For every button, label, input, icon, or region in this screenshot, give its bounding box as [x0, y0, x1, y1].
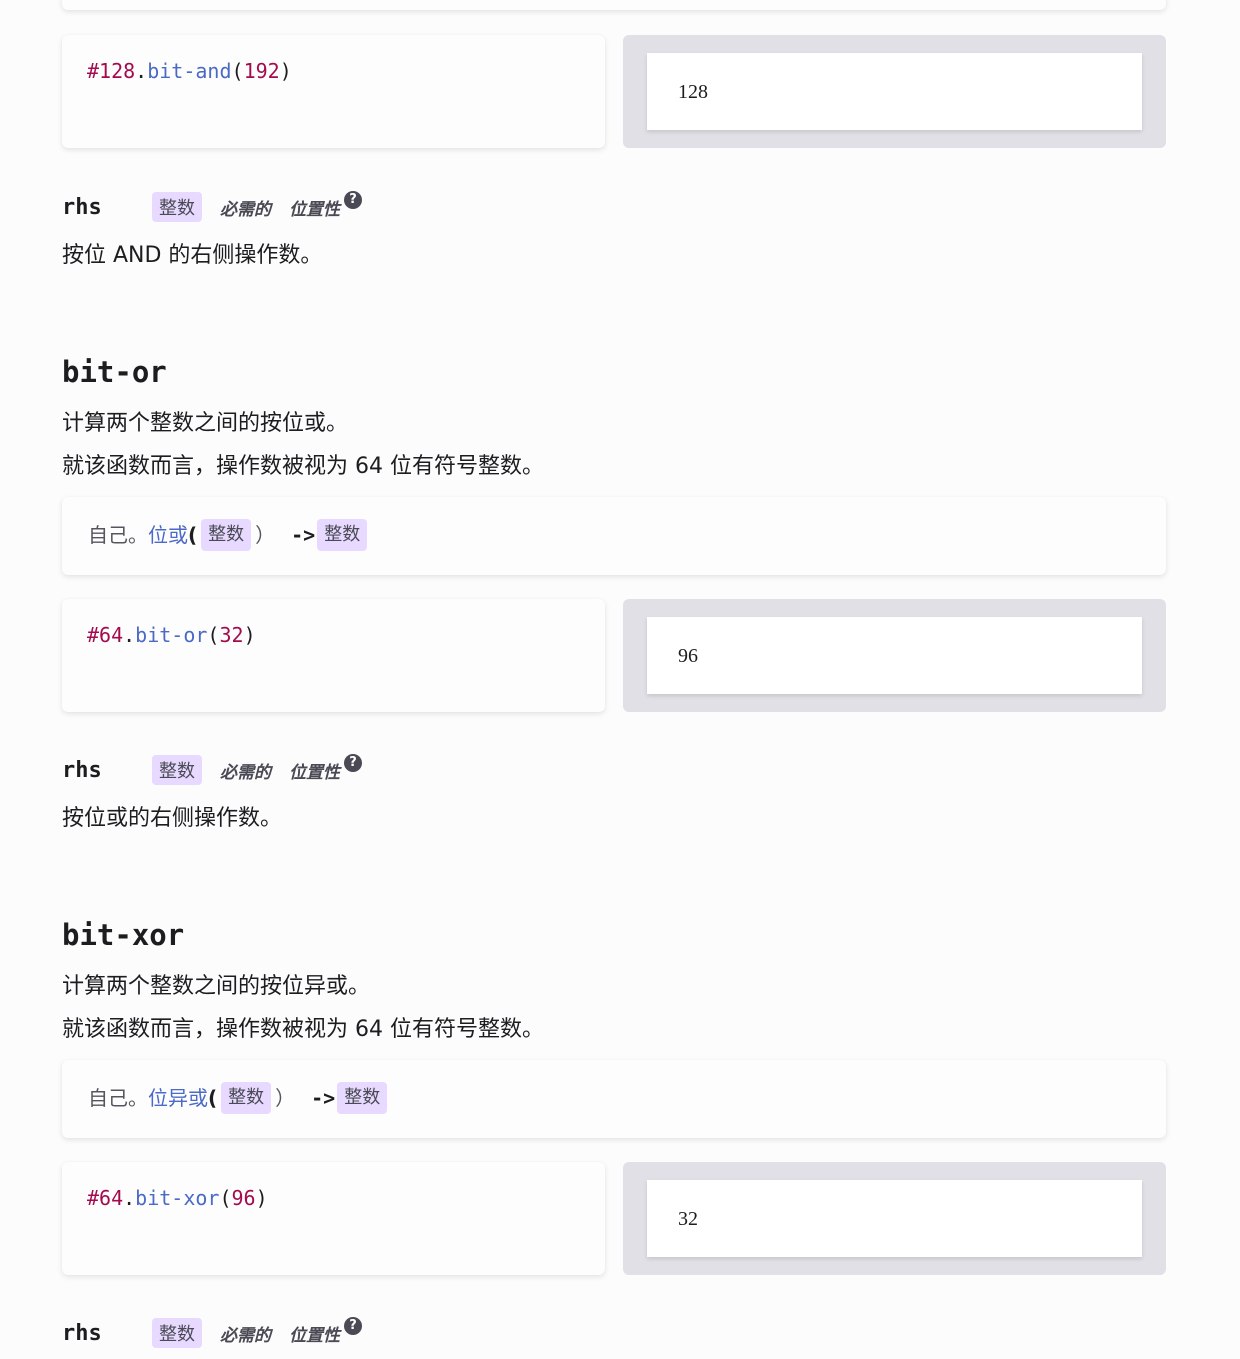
- param-row: rhs 整数 必需的 位置性 ?: [62, 191, 362, 222]
- example-code-block[interactable]: #64.bit-or(32): [62, 599, 605, 712]
- code-dot: .: [123, 623, 136, 647]
- positional-flag: 位置性: [289, 199, 340, 220]
- positional-flag: 位置性: [289, 762, 340, 783]
- code-close-paren: ): [243, 623, 256, 647]
- preview-result: 32: [678, 1208, 698, 1230]
- help-icon[interactable]: ?: [344, 1317, 362, 1335]
- code-arg: 96: [231, 1186, 256, 1210]
- signature-self: 自己。: [88, 523, 148, 547]
- preview-result: 128: [678, 81, 708, 103]
- code-receiver: #64: [87, 623, 124, 647]
- type-pill[interactable]: 整数: [152, 1318, 202, 1348]
- code-arg: 32: [219, 623, 244, 647]
- code-method: bit-and: [147, 59, 232, 83]
- positional-flag: 位置性: [289, 1325, 340, 1346]
- code-arg: 192: [243, 59, 280, 83]
- signature-self: 自己。: [88, 1086, 148, 1110]
- example-code: #64.bit-or(32): [87, 623, 256, 647]
- function-heading: bit-or: [62, 355, 167, 389]
- code-method: bit-or: [135, 623, 208, 647]
- signature-return-type-pill[interactable]: 整数: [337, 1082, 388, 1114]
- signature-open-paren: (: [188, 523, 198, 547]
- preview-result: 96: [678, 645, 698, 667]
- type-pill[interactable]: 整数: [152, 755, 202, 785]
- code-open-paren: (: [219, 1186, 232, 1210]
- signature-close-paren: ）: [255, 523, 276, 547]
- param-description: 按位或的右侧操作数。: [62, 806, 283, 831]
- param-name: rhs: [62, 757, 102, 783]
- required-flag: 必需的: [220, 762, 271, 783]
- param-name: rhs: [62, 194, 102, 220]
- code-dot: .: [135, 59, 148, 83]
- code-method: bit-xor: [135, 1186, 220, 1210]
- code-receiver: #128: [87, 59, 136, 83]
- signature-line: 自己。 位或 ( 整数 ） -> 整数: [88, 519, 368, 551]
- preview-paper: 128: [647, 53, 1142, 130]
- signature-return-type-pill[interactable]: 整数: [317, 519, 368, 551]
- function-description-line: 就该函数而言，操作数被视为 64 位有符号整数。: [62, 454, 544, 479]
- code-receiver: #64: [87, 1186, 124, 1210]
- code-open-paren: (: [207, 623, 220, 647]
- code-close-paren: ): [255, 1186, 268, 1210]
- function-description-line: 就该函数而言，操作数被视为 64 位有符号整数。: [62, 1017, 544, 1042]
- example-code: #128.bit-and(192): [87, 59, 292, 83]
- example-preview: 96: [623, 599, 1166, 712]
- function-description-line: 计算两个整数之间的按位异或。: [62, 974, 371, 999]
- type-pill[interactable]: 整数: [152, 192, 202, 222]
- code-dot: .: [123, 1186, 136, 1210]
- example-code-block[interactable]: #128.bit-and(192): [62, 35, 605, 148]
- example-code: #64.bit-xor(96): [87, 1186, 268, 1210]
- required-flag: 必需的: [220, 1325, 271, 1346]
- preview-paper: 96: [647, 617, 1142, 694]
- preview-paper: 32: [647, 1180, 1142, 1257]
- function-description-line: 计算两个整数之间的按位或。: [62, 411, 349, 436]
- previous-card: [62, 0, 1166, 10]
- example-preview: 128: [623, 35, 1166, 148]
- required-flag: 必需的: [220, 199, 271, 220]
- signature-arg-type-pill[interactable]: 整数: [201, 519, 252, 551]
- example-preview: 32: [623, 1162, 1166, 1275]
- signature-line: 自己。 位异或 ( 整数 ） -> 整数: [88, 1082, 388, 1114]
- code-close-paren: ): [279, 59, 292, 83]
- help-icon[interactable]: ?: [344, 754, 362, 772]
- example-code-block[interactable]: #64.bit-xor(96): [62, 1162, 605, 1275]
- function-heading: bit-xor: [62, 918, 185, 952]
- code-open-paren: (: [231, 59, 244, 83]
- help-icon[interactable]: ?: [344, 191, 362, 209]
- param-description: 按位 AND 的右侧操作数。: [62, 243, 323, 268]
- signature-function-link[interactable]: 位异或: [148, 1083, 208, 1113]
- param-row: rhs 整数 必需的 位置性 ?: [62, 754, 362, 785]
- signature-block: 自己。 位异或 ( 整数 ） -> 整数: [62, 1060, 1166, 1138]
- signature-open-paren: (: [208, 1086, 218, 1110]
- signature-function-link[interactable]: 位或: [148, 520, 188, 550]
- signature-arg-type-pill[interactable]: 整数: [221, 1082, 272, 1114]
- param-row: rhs 整数 必需的 位置性 ?: [62, 1317, 362, 1348]
- signature-block: 自己。 位或 ( 整数 ） -> 整数: [62, 497, 1166, 575]
- signature-arrow: ->: [291, 523, 316, 547]
- param-name: rhs: [62, 1320, 102, 1346]
- docs-page: #128.bit-and(192) 128 rhs 整数 必需的 位置性 ? 按…: [0, 0, 1240, 1359]
- signature-close-paren: ）: [275, 1086, 296, 1110]
- signature-arrow: ->: [311, 1086, 336, 1110]
